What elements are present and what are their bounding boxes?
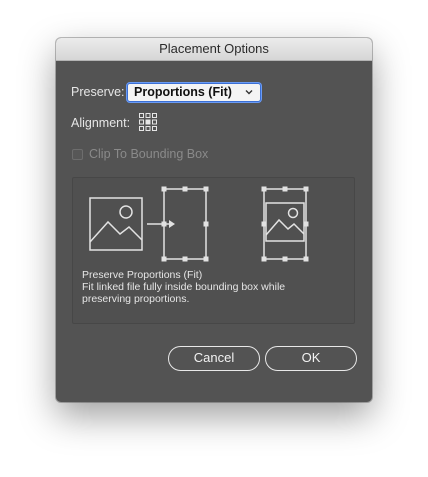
description-heading: Preserve Proportions (Fit) (82, 269, 203, 281)
alignment-grid-icon[interactable] (138, 112, 158, 132)
ok-button[interactable]: OK (265, 346, 357, 371)
placement-options-dialog: Placement Options Preserve: Proportions … (56, 38, 372, 402)
description-line-1: Fit linked file fully inside bounding bo… (82, 281, 286, 293)
preview-panel: Preserve Proportions (Fit) Fit linked fi… (72, 177, 355, 324)
preserve-select[interactable]: Proportions (Fit) (127, 83, 261, 102)
image-placeholder-icon (89, 197, 143, 251)
fitted-image-icon (261, 186, 309, 262)
description-line-2: preserving proportions. (82, 293, 190, 305)
cancel-button[interactable]: Cancel (168, 346, 260, 371)
preserve-select-value: Proportions (Fit) (134, 85, 232, 99)
alignment-label: Alignment: (71, 116, 131, 130)
clip-to-bounding-box-label: Clip To Bounding Box (89, 147, 209, 161)
preserve-label: Preserve: (71, 85, 125, 99)
chevron-down-icon (245, 90, 253, 95)
preview-description: Preserve Proportions (Fit) Fit linked fi… (82, 269, 350, 305)
dialog-title: Placement Options (56, 38, 372, 61)
arrow-right-icon (147, 220, 175, 228)
clip-to-bounding-box-checkbox[interactable] (72, 149, 83, 160)
